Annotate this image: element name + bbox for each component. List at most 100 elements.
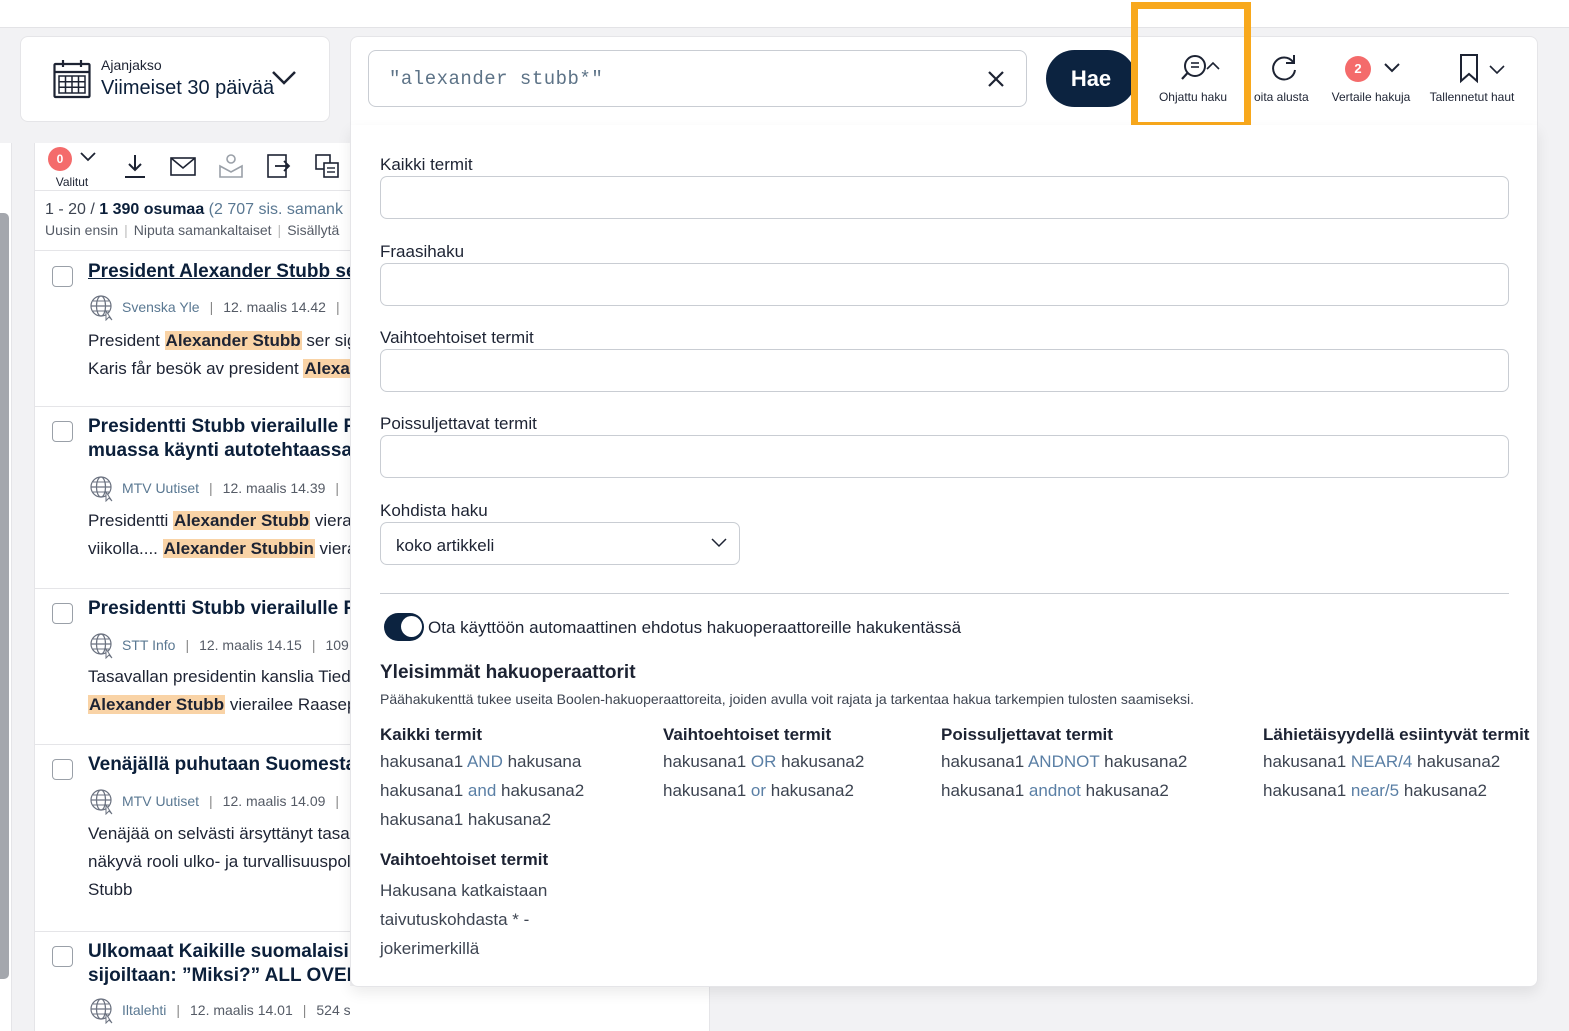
share-icon[interactable] [217, 152, 245, 180]
export-icon[interactable] [265, 152, 293, 180]
example-operator: AND [466, 752, 503, 771]
snippet-text: vierailee Raasepori [229, 695, 350, 714]
result-checkbox[interactable] [52, 421, 73, 442]
result-source[interactable]: Iltalehti [122, 1002, 166, 1018]
result-extra: 109 [325, 637, 349, 653]
search-submit-button[interactable]: Hae [1046, 50, 1136, 107]
result-title[interactable]: Presidentti Stubb vierailulle Ra [88, 596, 350, 621]
saved-searches-button[interactable]: Tallennetut haut [1426, 52, 1518, 104]
operator-column: Kaikki termit hakusana1 AND hakusana hakus… [380, 725, 584, 839]
result-date: 12. maalis 14.01 [190, 1002, 293, 1018]
example-term: hakusana1 [380, 781, 468, 800]
result-source[interactable]: Svenska Yle [122, 299, 200, 315]
scrollbar-thumb[interactable] [0, 213, 9, 979]
web-source-icon [90, 789, 113, 815]
date-range-selector[interactable]: Ajanjakso Viimeiset 30 päivää [20, 36, 330, 122]
operator-suggestion-toggle[interactable] [384, 613, 424, 641]
result-title[interactable]: Presidentti Stubb vierailulle Ra [88, 414, 350, 439]
search-target-select[interactable]: koko artikkeli [380, 522, 740, 565]
example-term: hakusana2 [496, 781, 585, 800]
snippet-text: näkyvä rooli ulko- ja turvallisuuspoli [88, 852, 350, 871]
result-title-line2[interactable]: sijoiltaan: ”Miksi?” ALL OVER P [88, 963, 350, 988]
example-term: hakusana2 [1099, 752, 1188, 771]
selected-items-menu[interactable]: 0 Valitut [46, 145, 104, 191]
result-title[interactable]: Venäjällä puhutaan Suomesta y [88, 752, 350, 777]
result-snippet-line: Stubb [88, 876, 350, 904]
operator-example: hakusana1 AND hakusana [380, 752, 584, 781]
result-title-line2[interactable]: muassa käynti autotehtaassa [88, 438, 350, 463]
operator-column: Vaihtoehtoiset termit hakusana1 OR hakusa… [663, 725, 864, 810]
search-input[interactable]: "alexander stubb*" [368, 50, 1027, 107]
include-option[interactable]: Sisällytä [287, 222, 339, 238]
result-meta: MTV Uutiset|12. maalis 14.39|| [88, 476, 350, 502]
result-checkbox[interactable] [52, 946, 73, 967]
result-source[interactable]: MTV Uutiset [122, 480, 199, 496]
web-source-icon [90, 998, 113, 1024]
operator-example: hakusana1 andnot hakusana2 [941, 781, 1187, 810]
search-target-label: Kohdista haku [380, 501, 488, 520]
result-snippet-line: viikolla.... Alexander Stubbin vierailu [88, 535, 350, 563]
example-operator: and [467, 781, 497, 800]
result-meta: Svenska Yle|12. maalis 14.42|| [88, 295, 350, 321]
clear-search-icon[interactable] [982, 65, 1010, 93]
operator-column: Lähietäisyydellä esiintyvät termit hakusa… [1263, 725, 1529, 810]
compare-count-badge: 2 [1345, 56, 1371, 82]
example-operator: NEAR/4 [1350, 752, 1413, 771]
result-item: Venäjällä puhutaan Suomesta y MTV Uutiset… [35, 744, 350, 931]
result-meta: STT Info | 12. maalis 14.15 | 109 [88, 633, 349, 659]
reset-search-button[interactable]: Aloita alusta [1250, 52, 1318, 104]
result-source[interactable]: MTV Uutiset [122, 793, 199, 809]
result-snippet-line: näkyvä rooli ulko- ja turvallisuuspoli [88, 848, 350, 876]
focus-highlight-box [1131, 2, 1251, 129]
example-term: hakusana2 [766, 781, 854, 800]
snippet-text: Tasavallan presidentin kanslia Tied [88, 667, 350, 686]
result-title[interactable]: Ulkomaat Kaikille suomalaisille [88, 939, 350, 964]
result-item: President Alexander Stubb ser Svenska Yle… [35, 250, 350, 406]
snippet-text: Presidentti [88, 511, 174, 530]
wildcard-description: Hakusana katkaistaan taivutuskohdasta * … [380, 881, 548, 958]
result-source[interactable]: STT Info [122, 637, 175, 653]
date-range-label: Ajanjakso [101, 57, 162, 73]
result-checkbox[interactable] [52, 759, 73, 780]
result-snippet-line: Karis får besök av president Alexan [88, 355, 350, 383]
translate-icon[interactable] [313, 152, 341, 180]
snippet-highlight: Alexan [303, 359, 350, 378]
operator-example: hakusana1 near/5 hakusana2 [1263, 781, 1529, 810]
toggle-knob [401, 616, 422, 637]
result-checkbox[interactable] [52, 266, 73, 287]
download-icon[interactable] [121, 152, 149, 180]
example-term: hakusana2 [1399, 781, 1488, 800]
operators-description: Päähakukenttä tukee useita Boolen-hakuop… [380, 691, 1195, 707]
chevron-down-icon[interactable] [271, 69, 297, 87]
search-query-text[interactable]: "alexander stubb*" [389, 68, 603, 90]
saved-searches-label: Tallennetut haut [1429, 90, 1515, 104]
snippet-text: vieraile [314, 511, 350, 530]
selected-count-badge: 0 [48, 147, 72, 171]
compare-searches-button[interactable]: Vertaile hakuja [1328, 52, 1414, 104]
excluded-terms-label: Poissuljettavat termit [380, 414, 537, 433]
excluded-terms-input[interactable] [380, 435, 1509, 478]
result-checkbox[interactable] [52, 603, 73, 624]
result-snippet-line: President Alexander Stubb ser sig o [88, 327, 350, 355]
results-total: 1 390 osumaa [99, 201, 205, 218]
email-icon[interactable] [169, 152, 197, 180]
result-extra: 524 sanaa [316, 1002, 350, 1018]
operator-example: hakusana1 NEAR/4 hakusana2 [1263, 752, 1529, 781]
example-operator: OR [750, 752, 777, 771]
all-terms-label: Kaikki termit [380, 155, 473, 174]
example-term: hakusana1 [1263, 781, 1351, 800]
results-range: 1 - 20 / [45, 201, 95, 218]
operator-column-heading: Lähietäisyydellä esiintyvät termit [1263, 725, 1530, 744]
sort-newest[interactable]: Uusin ensin [45, 222, 118, 238]
result-item: Presidentti Stubb vierailulle Ra STT Info… [35, 588, 350, 744]
divider [380, 593, 1509, 594]
similar-results-link[interactable]: (2 707 sis. samank [209, 201, 343, 218]
all-terms-input[interactable] [380, 176, 1509, 219]
operator-example: hakusana1 ANDNOT hakusana2 [941, 752, 1187, 781]
alternative-terms-input[interactable] [380, 349, 1509, 392]
group-similar[interactable]: Niputa samankaltaiset [134, 222, 272, 238]
result-title[interactable]: President Alexander Stubb ser [88, 259, 350, 284]
phrase-search-input[interactable] [380, 263, 1509, 306]
operators-heading: Yleisimmät hakuoperaattorit [380, 662, 636, 683]
web-source-icon [90, 476, 113, 502]
